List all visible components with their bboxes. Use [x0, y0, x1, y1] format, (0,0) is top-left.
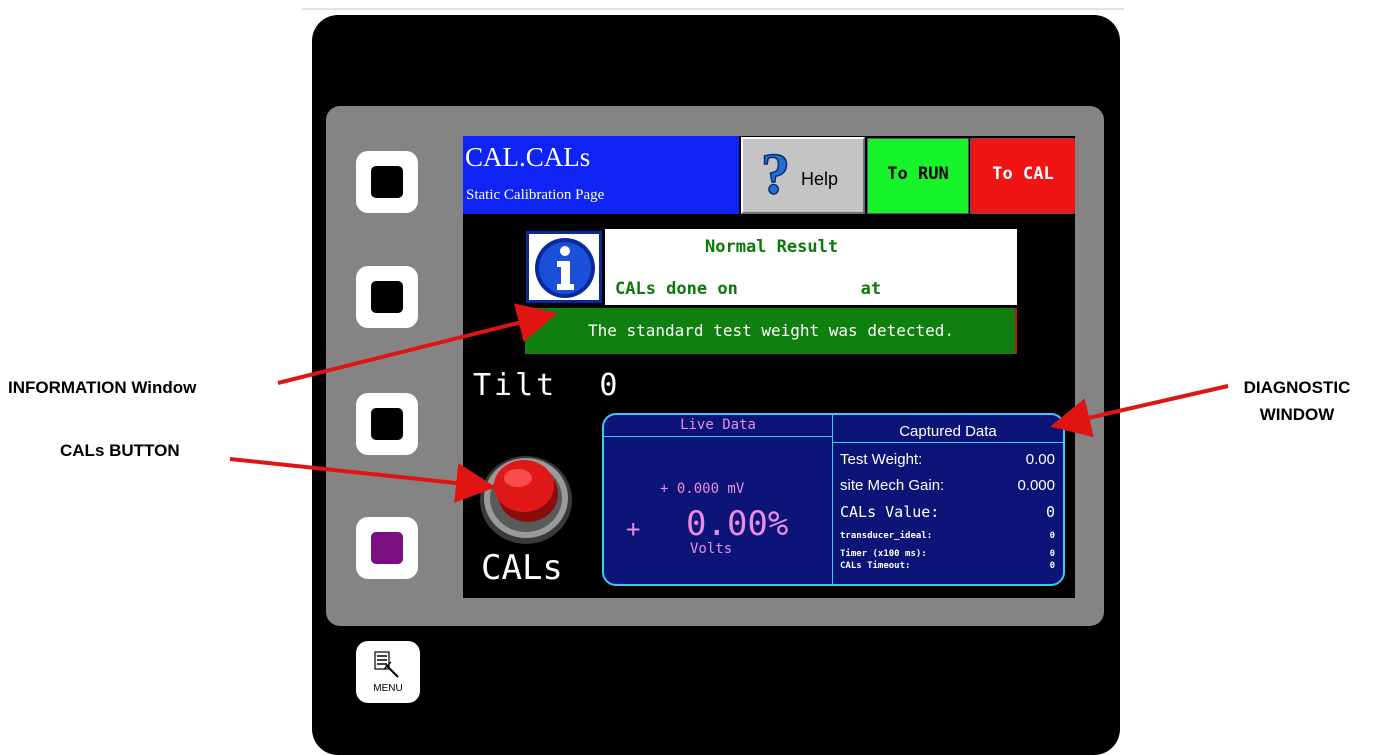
information-window-arrow	[277, 303, 558, 385]
annotation-arrows	[229, 303, 1229, 503]
cals-button-arrow	[229, 457, 496, 503]
diagnostic-window-arrow	[1050, 384, 1229, 438]
